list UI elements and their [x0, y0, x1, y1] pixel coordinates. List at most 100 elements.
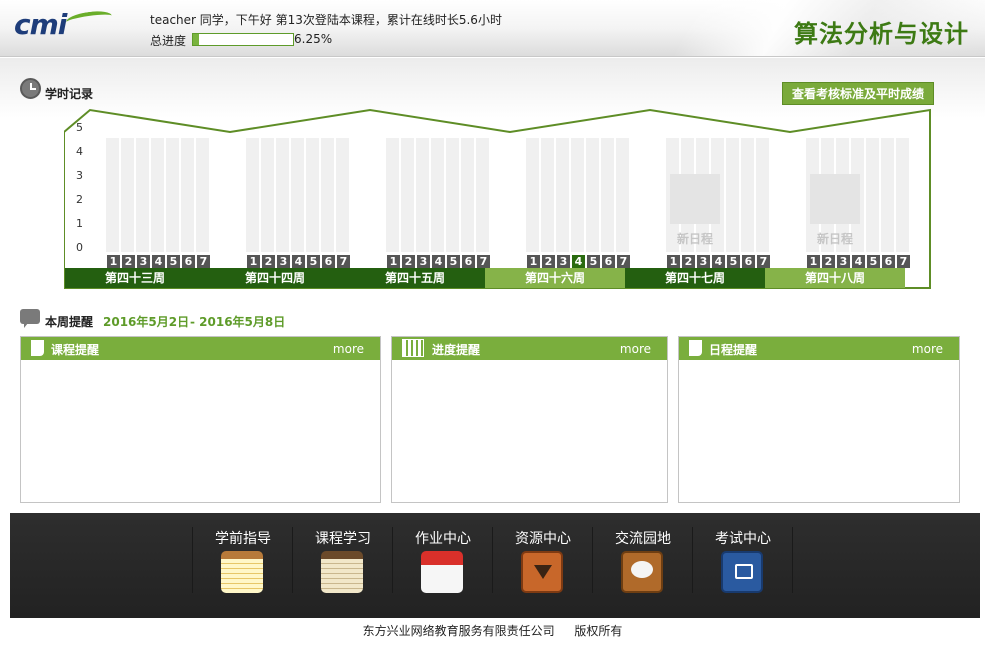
reminder-date-start: 2016年5月2日	[103, 315, 190, 329]
nav-item-label: 考试中心	[715, 531, 771, 547]
panel-header: 课程提醒 more	[21, 337, 380, 360]
panel-header: 日程提醒 more	[679, 337, 959, 360]
day-button[interactable]: 7	[897, 255, 910, 268]
day-button[interactable]: 6	[602, 255, 615, 268]
day-button[interactable]: 3	[837, 255, 850, 268]
nav-item[interactable]: 学前指导	[193, 513, 293, 618]
week-label[interactable]: 第四十六周	[485, 268, 625, 288]
new-schedule-label[interactable]: 新日程	[625, 230, 765, 247]
nav-separator	[792, 527, 793, 593]
day-button[interactable]: 4	[572, 255, 585, 268]
day-button[interactable]: 3	[137, 255, 150, 268]
day-button[interactable]: 5	[307, 255, 320, 268]
nav-item[interactable]: 考试中心	[693, 513, 793, 618]
day-button[interactable]: 6	[322, 255, 335, 268]
header: cmi teacher 同学，下午好 第13次登陆本课程，累计在线时长5.6小时…	[0, 0, 985, 57]
day-button[interactable]: 6	[882, 255, 895, 268]
chat-icon	[621, 551, 663, 593]
view-assessment-button[interactable]: 查看考核标准及平时成绩	[782, 82, 934, 105]
day-button[interactable]: 4	[712, 255, 725, 268]
day-button[interactable]: 5	[587, 255, 600, 268]
notepad-brown-icon	[321, 551, 363, 593]
nav-item-label: 作业中心	[415, 531, 471, 547]
day-button[interactable]: 2	[122, 255, 135, 268]
new-schedule-placeholder	[670, 174, 720, 224]
panel-title: 进度提醒	[432, 343, 481, 357]
day-buttons: 1234567	[667, 254, 772, 268]
calendar-grid-icon	[402, 339, 424, 357]
more-link[interactable]: more	[333, 342, 364, 356]
day-button[interactable]: 6	[462, 255, 475, 268]
panel-title: 日程提醒	[709, 343, 758, 357]
day-button[interactable]: 4	[852, 255, 865, 268]
week-column: 1 2 3 4 5 6 7 第四十五周	[345, 108, 490, 290]
note-icon	[31, 340, 44, 356]
week-column: 1 2 3 4 5 6 7 第四十三周	[65, 108, 210, 290]
day-button[interactable]: 1	[107, 255, 120, 268]
new-schedule-placeholder	[810, 174, 860, 224]
day-button[interactable]: 4	[432, 255, 445, 268]
day-button[interactable]: 4	[152, 255, 165, 268]
day-button[interactable]: 6	[742, 255, 755, 268]
progress-label: 总进度	[150, 34, 187, 48]
day-button[interactable]: 4	[292, 255, 305, 268]
progress-bar	[192, 33, 294, 46]
day-button[interactable]: 5	[727, 255, 740, 268]
day-button[interactable]: 3	[417, 255, 430, 268]
week-label[interactable]: 第四十三周	[65, 268, 205, 288]
day-button[interactable]: 2	[822, 255, 835, 268]
notepad-yellow-icon	[221, 551, 263, 593]
day-buttons: 1234567	[807, 254, 912, 268]
nav-item-label: 资源中心	[515, 531, 571, 547]
day-button[interactable]: 2	[402, 255, 415, 268]
day-buttons: 1234567	[387, 254, 492, 268]
day-button[interactable]: 5	[447, 255, 460, 268]
week-label[interactable]: 第四十七周	[625, 268, 765, 288]
study-record-title: 学时记录	[45, 87, 94, 101]
panel-header: 进度提醒 more	[392, 337, 667, 360]
day-button[interactable]: 3	[557, 255, 570, 268]
week-label[interactable]: 第四十四周	[205, 268, 345, 288]
logo-text: cmi	[14, 8, 67, 41]
sticky-note-icon	[689, 340, 702, 356]
day-button[interactable]: 1	[247, 255, 260, 268]
day-buttons: 1234567	[247, 254, 352, 268]
day-buttons: 1234567	[527, 254, 632, 268]
day-button[interactable]: 3	[697, 255, 710, 268]
day-buttons: 1234567	[107, 254, 212, 268]
clock-icon	[20, 78, 41, 99]
day-button[interactable]: 3	[277, 255, 290, 268]
new-schedule-label[interactable]: 新日程	[765, 230, 905, 247]
week-column: 1 2 3 4 5 6 7 第四十四周	[205, 108, 350, 290]
nav-item[interactable]: 交流园地	[593, 513, 693, 618]
copyright: 东方兴业网络教育服务有限责任公司 版权所有	[0, 622, 985, 639]
week-label[interactable]: 第四十五周	[345, 268, 485, 288]
download-icon	[521, 551, 563, 593]
day-button[interactable]: 1	[387, 255, 400, 268]
week-column: 新日程 1 2 3 4 5 6 7 第四十八周	[765, 108, 910, 290]
schedule-reminder-panel: 日程提醒 more	[678, 336, 960, 503]
day-button[interactable]: 1	[527, 255, 540, 268]
course-title: 算法分析与设计	[794, 20, 969, 48]
nav-item[interactable]: 资源中心	[493, 513, 593, 618]
day-button[interactable]: 1	[807, 255, 820, 268]
reminder-date-end: - 2016年5月8日	[190, 315, 286, 329]
week-column: 1 2 3 4 5 6 7 第四十六周	[485, 108, 630, 290]
day-button[interactable]: 2	[542, 255, 555, 268]
nav-item[interactable]: 课程学习	[293, 513, 393, 618]
nav-item[interactable]: 作业中心	[393, 513, 493, 618]
bottom-navigation: 学前指导 课程学习 作业中心 资源中心 交流园地 考试中心	[10, 513, 980, 618]
day-button[interactable]: 5	[867, 255, 880, 268]
day-button[interactable]: 2	[682, 255, 695, 268]
week-label[interactable]: 第四十八周	[765, 268, 905, 288]
book-icon	[721, 551, 763, 593]
day-button[interactable]: 5	[167, 255, 180, 268]
progress-percent: 6.25%	[294, 32, 333, 46]
day-button[interactable]: 1	[667, 255, 680, 268]
progress-reminder-panel: 进度提醒 more	[391, 336, 668, 503]
day-button[interactable]: 6	[182, 255, 195, 268]
more-link[interactable]: more	[620, 342, 651, 356]
day-button[interactable]: 2	[262, 255, 275, 268]
cmi-logo: cmi	[14, 8, 113, 42]
more-link[interactable]: more	[912, 342, 943, 356]
